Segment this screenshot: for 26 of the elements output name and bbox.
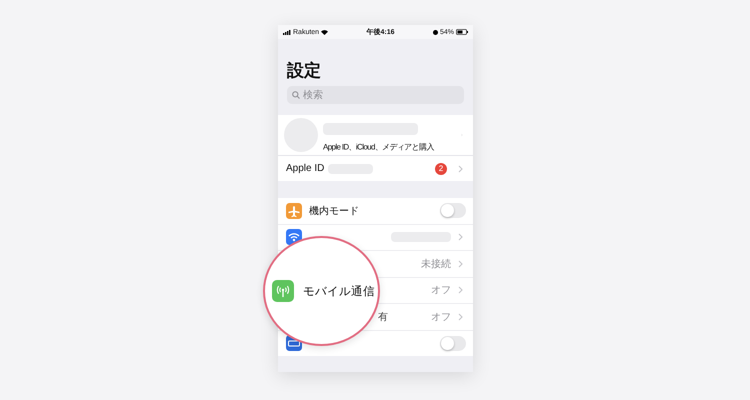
row-value: オフ (431, 310, 451, 324)
chevron-icon (458, 260, 463, 268)
profile-subtitle: Apple ID、iCloud、メディアと購入 (323, 142, 435, 152)
toggle-switch[interactable] (440, 203, 466, 218)
row-label: 機内モード (309, 204, 359, 218)
battery-icon (456, 29, 468, 35)
toggle-switch[interactable] (440, 336, 466, 351)
row-label: Apple ID (286, 163, 324, 174)
page-title: 設定 (287, 60, 322, 82)
wifi-icon (321, 30, 328, 34)
signal-icon (283, 30, 291, 34)
chevron-icon (458, 233, 463, 242)
notification-badge: 2 (435, 162, 447, 174)
chevron-icon (458, 312, 463, 321)
search-icon (292, 91, 300, 99)
row-value: オフ (431, 284, 451, 298)
profile-row[interactable]: Apple ID、iCloud、メディアと購入 (278, 115, 473, 156)
apple-id-row[interactable]: Apple ID 2 (278, 156, 473, 181)
airplane-icon (286, 202, 302, 219)
row-label: 有 (378, 310, 388, 324)
search-placeholder: 検索 (303, 88, 323, 102)
row-label: モバイル通信 (303, 284, 375, 298)
chevron-icon (458, 164, 463, 172)
row-value: 未接続 (421, 258, 451, 271)
antenna-icon (272, 280, 294, 302)
chevron-icon (458, 286, 463, 294)
